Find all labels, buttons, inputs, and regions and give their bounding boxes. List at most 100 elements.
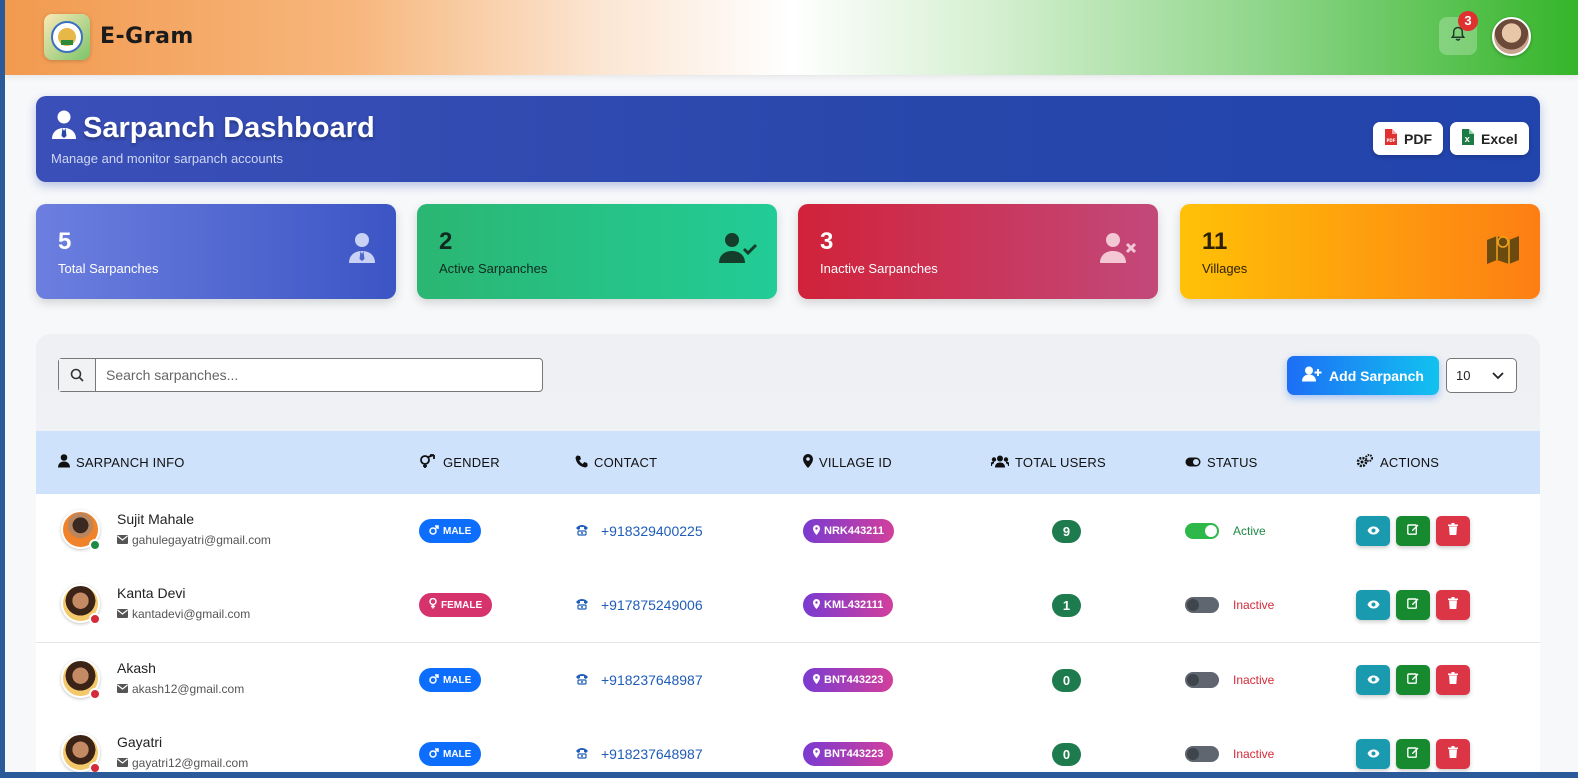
delete-button[interactable] — [1436, 516, 1470, 546]
venus-mars-icon — [419, 454, 437, 471]
gender-badge: MALE — [419, 668, 482, 692]
sarpanch-name: Sujit Mahale — [117, 511, 195, 527]
app-logo[interactable] — [44, 14, 90, 60]
edit-icon — [1407, 596, 1419, 614]
village-badge: NRK443211 — [803, 519, 894, 543]
column-header-contact[interactable]: CONTACT — [575, 431, 657, 494]
contact-cell: +918329400225 — [575, 494, 703, 568]
status-cell: Inactive — [1185, 717, 1274, 772]
column-header-sarpanch-info[interactable]: SARPANCH INFO — [58, 431, 185, 494]
column-header-gender[interactable]: GENDER — [419, 431, 500, 494]
svg-text:PDF: PDF — [1387, 138, 1396, 143]
trash-icon — [1448, 522, 1458, 540]
gender-badge: MALE — [419, 742, 482, 766]
status-toggle[interactable] — [1185, 597, 1219, 613]
actions-cell — [1356, 568, 1476, 642]
map-marker-icon — [813, 673, 820, 687]
toggle-knob — [1187, 674, 1199, 686]
add-sarpanch-button[interactable]: Add Sarpanch — [1287, 356, 1439, 395]
column-header-actions[interactable]: ACTIONS — [1356, 431, 1439, 494]
column-header-label: ACTIONS — [1380, 455, 1440, 470]
gender-cell: MALE — [419, 717, 482, 772]
phone-link[interactable]: +918329400225 — [575, 523, 703, 539]
stat-label: Active Sarpanches — [439, 261, 548, 276]
export-excel-button[interactable]: X Excel — [1450, 122, 1529, 155]
status-dot — [89, 613, 101, 625]
venus-icon — [429, 597, 437, 612]
village-id: NRK443211 — [824, 525, 884, 537]
phone-link[interactable]: +918237648987 — [575, 672, 703, 688]
page-size-select[interactable]: 10 — [1446, 358, 1517, 393]
status-toggle[interactable] — [1185, 672, 1219, 688]
column-header-total-users[interactable]: TOTAL USERS — [990, 431, 1106, 494]
stat-value: 11 — [1202, 228, 1228, 255]
stat-value: 3 — [820, 228, 834, 255]
view-button[interactable] — [1356, 590, 1390, 620]
phone-icon — [575, 597, 589, 613]
eye-icon — [1367, 596, 1380, 614]
phone-link[interactable]: +918237648987 — [575, 746, 703, 762]
view-button[interactable] — [1356, 516, 1390, 546]
column-header-label: CONTACT — [594, 455, 658, 470]
toggle-knob — [1187, 748, 1199, 760]
add-sarpanch-label: Add Sarpanch — [1329, 367, 1424, 384]
export-pdf-button[interactable]: PDF PDF — [1373, 122, 1443, 155]
gender-cell: FEMALE — [419, 568, 493, 642]
user-icon — [58, 454, 70, 471]
user-tie-icon — [51, 110, 77, 145]
table-row: Sujit Mahale gahulegayatri@gmail.com MAL… — [36, 494, 1540, 569]
contact-cell: +917875249006 — [575, 568, 703, 642]
stat-card-total: 5 Total Sarpanches — [36, 204, 396, 299]
cogs-icon — [1356, 454, 1374, 471]
phone-link[interactable]: +917875249006 — [575, 597, 703, 613]
search-icon[interactable] — [59, 359, 96, 391]
delete-button[interactable] — [1436, 739, 1470, 769]
trash-icon — [1448, 745, 1458, 763]
edit-button[interactable] — [1396, 590, 1430, 620]
status-toggle[interactable] — [1185, 523, 1219, 539]
phone-number: +918329400225 — [601, 523, 703, 539]
edit-icon — [1407, 745, 1419, 763]
edit-button[interactable] — [1396, 665, 1430, 695]
delete-button[interactable] — [1436, 590, 1470, 620]
sarpanch-email-group: gahulegayatri@gmail.com — [117, 533, 271, 547]
view-button[interactable] — [1356, 665, 1390, 695]
page-title: Sarpanch Dashboard — [83, 112, 375, 144]
map-marker-icon — [813, 524, 820, 538]
toggle-knob — [1205, 525, 1217, 537]
village-id: BNT443223 — [824, 748, 884, 760]
total-users-cell: 9 — [1052, 494, 1081, 568]
total-users-badge: 0 — [1052, 668, 1081, 692]
user-avatar[interactable] — [1492, 17, 1531, 56]
page-size-value: 10 — [1456, 368, 1471, 383]
notification-count-badge: 3 — [1458, 11, 1478, 31]
stat-card-villages: 11 Villages — [1180, 204, 1540, 299]
stat-label: Total Sarpanches — [58, 261, 159, 276]
phone-icon — [575, 672, 589, 688]
status-text: Inactive — [1233, 747, 1275, 761]
delete-button[interactable] — [1436, 665, 1470, 695]
table-row: Gayatri gayatri12@gmail.com MALE +918237… — [36, 717, 1540, 772]
village-cell: NRK443211 — [803, 494, 894, 568]
svg-text:X: X — [1465, 136, 1471, 144]
sarpanch-name: Akash — [117, 660, 156, 676]
map-marker-icon — [813, 598, 820, 612]
status-cell: Active — [1185, 494, 1266, 568]
column-header-status[interactable]: STATUS — [1185, 431, 1258, 494]
search-input[interactable] — [96, 359, 542, 391]
view-button[interactable] — [1356, 739, 1390, 769]
village-id: BNT443223 — [824, 674, 884, 686]
stat-value: 2 — [439, 228, 453, 255]
edit-button[interactable] — [1396, 516, 1430, 546]
user-tie-icon — [348, 232, 376, 269]
map-marker-icon — [803, 454, 813, 471]
envelope-icon — [117, 682, 128, 696]
phone-number: +918237648987 — [601, 672, 703, 688]
status-toggle[interactable] — [1185, 746, 1219, 762]
village-badge: BNT443223 — [803, 742, 894, 766]
column-header-village-id[interactable]: VILLAGE ID — [803, 431, 892, 494]
envelope-icon — [117, 533, 128, 547]
edit-icon — [1407, 671, 1419, 689]
total-users-badge: 9 — [1052, 519, 1081, 543]
edit-button[interactable] — [1396, 739, 1430, 769]
